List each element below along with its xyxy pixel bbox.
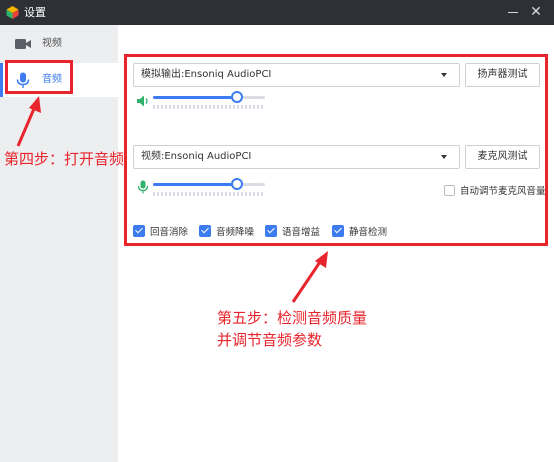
annotation-highlight-box-audio-panel — [124, 54, 548, 246]
annotation-highlight-box-audio-tab — [5, 60, 73, 94]
title-bar: 设置 ✕ — [0, 0, 554, 25]
sidebar-item-label: 视频 — [42, 38, 62, 49]
minimize-button[interactable] — [505, 4, 521, 20]
video-camera-icon — [15, 39, 31, 49]
app-logo-icon — [6, 6, 19, 19]
annotation-step4: 第四步：打开音频 — [4, 150, 125, 168]
annotation-step5-line2: 并调节音频参数 — [217, 331, 323, 349]
sidebar-item-video[interactable]: 视频 — [0, 27, 118, 61]
annotation-step5-line1: 第五步：检测音频质量 — [217, 309, 368, 327]
window-title: 设置 — [24, 6, 46, 19]
close-button[interactable]: ✕ — [528, 4, 544, 20]
arrow-to-audio-panel — [291, 251, 328, 303]
